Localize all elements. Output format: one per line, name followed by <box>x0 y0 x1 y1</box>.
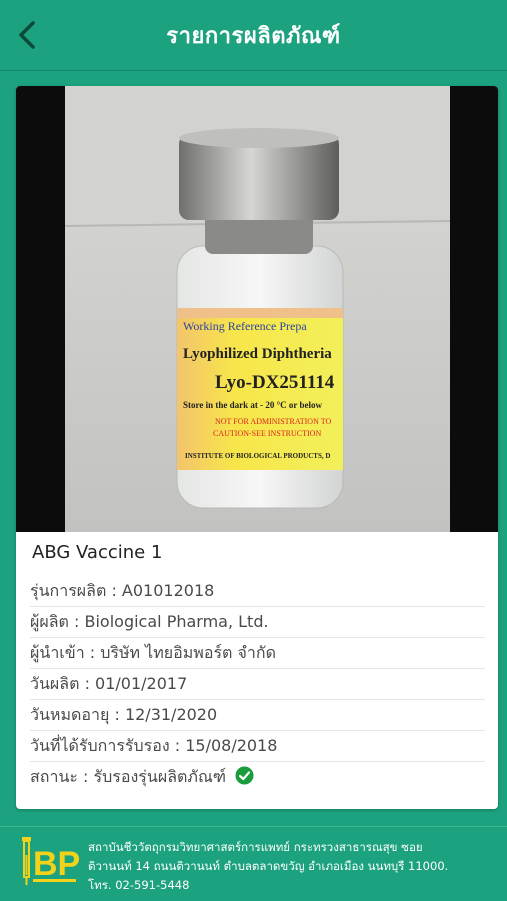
chevron-left-icon <box>19 21 35 49</box>
product-details: รุ่นการผลิต : A01012018 ผู้ผลิต : Biolog… <box>30 576 485 792</box>
detail-importer: ผู้นำเข้า : บริษัท ไทยอิมพอร์ต จำกัด <box>30 638 485 669</box>
ibp-logo: BP <box>22 837 80 885</box>
detail-manufacture-date: วันผลิต : 01/01/2017 <box>30 669 485 700</box>
check-circle-icon <box>235 766 254 785</box>
svg-text:INSTITUTE OF BIOLOGICAL PRODUC: INSTITUTE OF BIOLOGICAL PRODUCTS, D <box>185 452 330 460</box>
svg-text:CAUTION-SEE INSTRUCTION: CAUTION-SEE INSTRUCTION <box>213 429 321 438</box>
product-name: ABG Vaccine 1 <box>32 542 163 563</box>
svg-text:Working Reference Prepa: Working Reference Prepa <box>183 319 307 333</box>
phone-number: โทร. 02-591-5448 <box>88 878 190 892</box>
back-button[interactable] <box>10 18 44 52</box>
detail-expiry-date: วันหมดอายุ : 12/31/2020 <box>30 700 485 731</box>
detail-certification-date: วันที่ได้รับการรับรอง : 15/08/2018 <box>30 731 485 762</box>
page-title: รายการผลิตภัณฑ์ <box>166 23 341 49</box>
status-text: สถานะ : รับรองรุ่นผลิตภัณฑ์ <box>30 767 227 786</box>
top-app-bar: รายการผลิตภัณฑ์ <box>0 0 507 71</box>
svg-text:Lyo-DX251114: Lyo-DX251114 <box>215 372 335 393</box>
vial-image: Working Reference Prepa Lyophilized Diph… <box>65 86 450 532</box>
detail-status: สถานะ : รับรองรุ่นผลิตภัณฑ์ <box>30 762 485 792</box>
svg-text:BP: BP <box>33 845 80 883</box>
footer: BP สถาบันชีววัตถุกรมวิทยาศาสตร์การแพทย์ … <box>0 826 507 901</box>
product-photo[interactable]: Working Reference Prepa Lyophilized Diph… <box>16 86 498 532</box>
svg-text:NOT FOR ADMINISTRATION TO: NOT FOR ADMINISTRATION TO <box>215 417 331 426</box>
svg-text:Lyophilized Diphtheria: Lyophilized Diphtheria <box>183 346 332 362</box>
contact-address: สถาบันชีววัตถุกรมวิทยาศาสตร์การแพทย์ กระ… <box>88 838 498 895</box>
detail-manufacturer: ผู้ผลิต : Biological Pharma, Ltd. <box>30 607 485 638</box>
address-line: ติวานนท์ 14 ถนนติวานนท์ ตำบลตลาดขวัญ อำเ… <box>88 859 449 873</box>
detail-lot-number: รุ่นการผลิต : A01012018 <box>30 576 485 607</box>
product-card: Working Reference Prepa Lyophilized Diph… <box>16 86 498 809</box>
address-line: สถาบันชีววัตถุกรมวิทยาศาสตร์การแพทย์ กระ… <box>88 840 423 854</box>
svg-text:Store in the dark at - 20 °C o: Store in the dark at - 20 °C or below <box>183 400 323 410</box>
